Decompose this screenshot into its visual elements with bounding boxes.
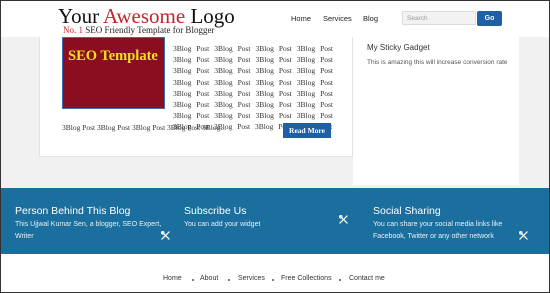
nav-blog[interactable]: Blog: [363, 14, 378, 23]
footer-link-free-collections[interactable]: Free Collections: [281, 275, 332, 282]
tools-icon[interactable]: [519, 231, 528, 240]
widget-about-text: This Ujjwal Kumar Sen, a blogger, SEO Ex…: [15, 221, 162, 240]
footer-separator: [192, 279, 194, 281]
tools-icon[interactable]: [161, 231, 170, 240]
footer-link-home[interactable]: Home: [163, 275, 182, 282]
footer-widgets-band: Person Behind This Blog This Ujjwal Kuma…: [1, 188, 549, 254]
site-logo[interactable]: Your Awesome Logo: [58, 6, 235, 27]
footer-nav: Home About Services Free Collections Con…: [1, 254, 549, 292]
widget-about: Person Behind This Blog This Ujjwal Kuma…: [15, 205, 185, 243]
widget-subscribe-text: You can add your widget: [184, 221, 261, 228]
post-excerpt: 3Blog Post 3Blog Post 3Blog Post 3Blog P…: [173, 44, 333, 132]
nav-home[interactable]: Home: [291, 14, 311, 23]
tagline-text: SEO Friendly Template for Blogger: [83, 25, 215, 35]
widget-social-text: You can share your social media links li…: [373, 221, 503, 240]
tagline-accent: No. 1: [63, 25, 83, 35]
footer-link-contact[interactable]: Contact me: [349, 275, 385, 282]
site-tagline: No. 1 SEO Friendly Template for Blogger: [63, 25, 214, 35]
footer-separator: [272, 279, 274, 281]
page-frame: Your Awesome Logo No. 1 SEO Friendly Tem…: [0, 0, 550, 293]
footer-separator: [339, 279, 341, 281]
site-header: Your Awesome Logo No. 1 SEO Friendly Tem…: [1, 1, 549, 37]
post-card: SEO Template 3Blog Post 3Blog Post 3Blog…: [39, 37, 353, 157]
gadget-text: This is amazing this will increase conve…: [367, 59, 508, 66]
nav-services[interactable]: Services: [323, 14, 352, 23]
read-more-button[interactable]: Read More: [283, 123, 331, 138]
widget-social: Social Sharing You can share your social…: [373, 205, 523, 243]
post-thumbnail[interactable]: SEO Template: [62, 37, 165, 109]
sidebar: My Sticky Gadget This is amazing this wi…: [353, 37, 519, 185]
gadget-title: My Sticky Gadget: [367, 43, 430, 52]
widget-social-title: Social Sharing: [373, 205, 441, 217]
footer-separator: [228, 279, 230, 281]
widget-subscribe-title: Subscribe Us: [184, 205, 247, 217]
widget-about-title: Person Behind This Blog: [15, 205, 131, 217]
widget-subscribe: Subscribe Us You can add your widget: [184, 205, 354, 231]
footer-link-services[interactable]: Services: [238, 275, 265, 282]
tools-icon[interactable]: [339, 215, 348, 224]
thumbnail-text: SEO Template: [68, 48, 158, 64]
footer-link-about[interactable]: About: [200, 275, 218, 282]
search-go-button[interactable]: Go: [477, 11, 502, 26]
search-input[interactable]: [402, 11, 476, 25]
post-excerpt-tail: 3Blog Post 3Blog Post 3Blog Post 3Blog P…: [62, 123, 227, 132]
